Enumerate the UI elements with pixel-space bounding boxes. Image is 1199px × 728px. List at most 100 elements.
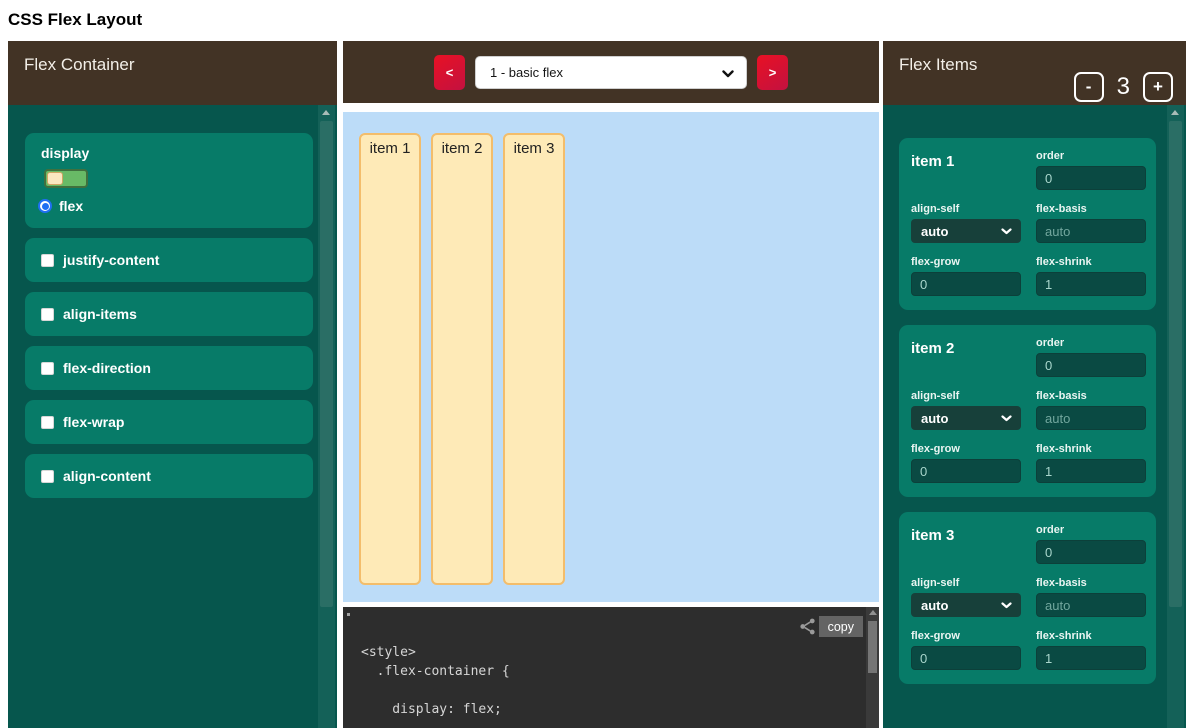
flex-shrink-field: flex-shrink	[1036, 256, 1146, 309]
flex-items-panel-title: Flex Items	[899, 55, 977, 74]
align-self-label: align-self	[911, 203, 1021, 215]
code-line: <style>	[361, 643, 879, 662]
flex-container-panel-header: Flex Container	[8, 41, 337, 105]
flex-items-panel-header: Flex Items - 3 +	[883, 41, 1186, 105]
display-label: display	[41, 145, 313, 161]
flex-grow-field: flex-grow	[911, 443, 1021, 496]
flex-grow-label: flex-grow	[911, 630, 1021, 642]
flex-radio-dot	[42, 203, 49, 210]
prev-preset-button[interactable]: <	[434, 55, 465, 90]
code-line: display: flex;	[361, 700, 879, 719]
remove-item-button[interactable]: -	[1074, 72, 1104, 102]
display-toggle-knob	[47, 172, 63, 185]
flex-basis-input[interactable]	[1036, 219, 1146, 243]
order-field: order	[1036, 524, 1146, 577]
item-3-card: item 3 order align-self auto flex-basis	[899, 512, 1156, 684]
flex-grow-input[interactable]	[911, 272, 1021, 296]
justify-content-card[interactable]: justify-content	[25, 238, 313, 282]
align-self-label: align-self	[911, 390, 1021, 402]
align-self-select[interactable]: auto	[911, 219, 1021, 243]
align-self-field: align-self auto	[911, 390, 1021, 443]
flex-shrink-field: flex-shrink	[1036, 443, 1146, 496]
display-card: display flex	[25, 133, 313, 228]
copy-button[interactable]: copy	[819, 616, 863, 637]
flex-basis-label: flex-basis	[1036, 390, 1146, 402]
scroll-up-icon[interactable]	[1171, 110, 1179, 115]
item-1-title: item 1	[911, 150, 1021, 203]
flex-basis-label: flex-basis	[1036, 203, 1146, 215]
flex-shrink-input[interactable]	[1036, 646, 1146, 670]
flex-basis-input[interactable]	[1036, 406, 1146, 430]
order-input[interactable]	[1036, 166, 1146, 190]
preset-toolbar: < 1 - basic flex >	[343, 41, 879, 103]
order-input[interactable]	[1036, 540, 1146, 564]
align-content-checkbox[interactable]	[41, 470, 54, 483]
align-self-select[interactable]: auto	[911, 406, 1021, 430]
left-panel-scrollbar[interactable]	[318, 105, 335, 728]
align-self-label: align-self	[911, 577, 1021, 589]
scroll-up-icon[interactable]	[869, 610, 877, 615]
flex-wrap-checkbox[interactable]	[41, 416, 54, 429]
align-items-card[interactable]: align-items	[25, 292, 313, 336]
next-preset-button[interactable]: >	[757, 55, 788, 90]
preset-select[interactable]: 1 - basic flex	[475, 56, 747, 89]
flex-shrink-label: flex-shrink	[1036, 443, 1146, 455]
right-panel-scrollbar-thumb[interactable]	[1169, 121, 1182, 607]
flex-basis-input[interactable]	[1036, 593, 1146, 617]
share-icon[interactable]	[798, 617, 817, 636]
flex-radio[interactable]	[38, 199, 52, 213]
flex-shrink-input[interactable]	[1036, 459, 1146, 483]
preset-select-value: 1 - basic flex	[490, 65, 563, 80]
order-label: order	[1036, 337, 1146, 349]
code-panel: copy <style> .flex-container { display: …	[343, 607, 879, 728]
align-self-select[interactable]: auto	[911, 593, 1021, 617]
flex-shrink-label: flex-shrink	[1036, 630, 1146, 642]
code-line	[361, 681, 879, 700]
flex-direction-card[interactable]: flex-direction	[25, 346, 313, 390]
flex-basis-field: flex-basis	[1036, 577, 1146, 630]
code-line: .flex-container {	[361, 662, 879, 681]
flex-direction-checkbox[interactable]	[41, 362, 54, 375]
item-2-card: item 2 order align-self auto flex-basis	[899, 325, 1156, 497]
flex-wrap-label: flex-wrap	[63, 414, 124, 430]
flex-container-panel: Flex Container display flex justify-cont…	[8, 41, 337, 728]
order-field: order	[1036, 337, 1146, 390]
code-scrollbar[interactable]	[866, 607, 879, 728]
flex-shrink-field: flex-shrink	[1036, 630, 1146, 683]
flex-demo-item-3[interactable]: item 3	[503, 133, 565, 585]
display-toggle[interactable]	[44, 169, 88, 188]
page-title: CSS Flex Layout	[8, 10, 142, 30]
flex-container-panel-title: Flex Container	[24, 55, 135, 74]
item-2-title: item 2	[911, 337, 1021, 390]
flex-shrink-input[interactable]	[1036, 272, 1146, 296]
flex-grow-field: flex-grow	[911, 256, 1021, 309]
align-content-card[interactable]: align-content	[25, 454, 313, 498]
order-input[interactable]	[1036, 353, 1146, 377]
flex-basis-field: flex-basis	[1036, 390, 1146, 443]
flex-demo-item-1[interactable]: item 1	[359, 133, 421, 585]
code-caret-dot	[347, 613, 350, 616]
flex-grow-input[interactable]	[911, 646, 1021, 670]
justify-content-checkbox[interactable]	[41, 254, 54, 267]
flex-grow-input[interactable]	[911, 459, 1021, 483]
add-item-button[interactable]: +	[1143, 72, 1173, 102]
item-1-card: item 1 order align-self auto flex-basis	[899, 138, 1156, 310]
flex-direction-label: flex-direction	[63, 360, 151, 376]
order-label: order	[1036, 524, 1146, 536]
item-count: 3	[1117, 73, 1130, 101]
left-panel-scrollbar-thumb[interactable]	[320, 121, 333, 607]
right-panel-scrollbar[interactable]	[1167, 105, 1184, 728]
align-self-value: auto	[921, 598, 948, 613]
flex-basis-label: flex-basis	[1036, 577, 1146, 589]
flex-shrink-label: flex-shrink	[1036, 256, 1146, 268]
order-field: order	[1036, 150, 1146, 203]
flex-demo-item-2[interactable]: item 2	[431, 133, 493, 585]
item-3-title: item 3	[911, 524, 1021, 577]
align-items-checkbox[interactable]	[41, 308, 54, 321]
chevron-down-icon	[1001, 415, 1012, 422]
scroll-up-icon[interactable]	[322, 110, 330, 115]
code-scrollbar-thumb[interactable]	[868, 621, 877, 673]
order-label: order	[1036, 150, 1146, 162]
flex-wrap-card[interactable]: flex-wrap	[25, 400, 313, 444]
display-flex-radio-row: flex	[38, 198, 313, 214]
